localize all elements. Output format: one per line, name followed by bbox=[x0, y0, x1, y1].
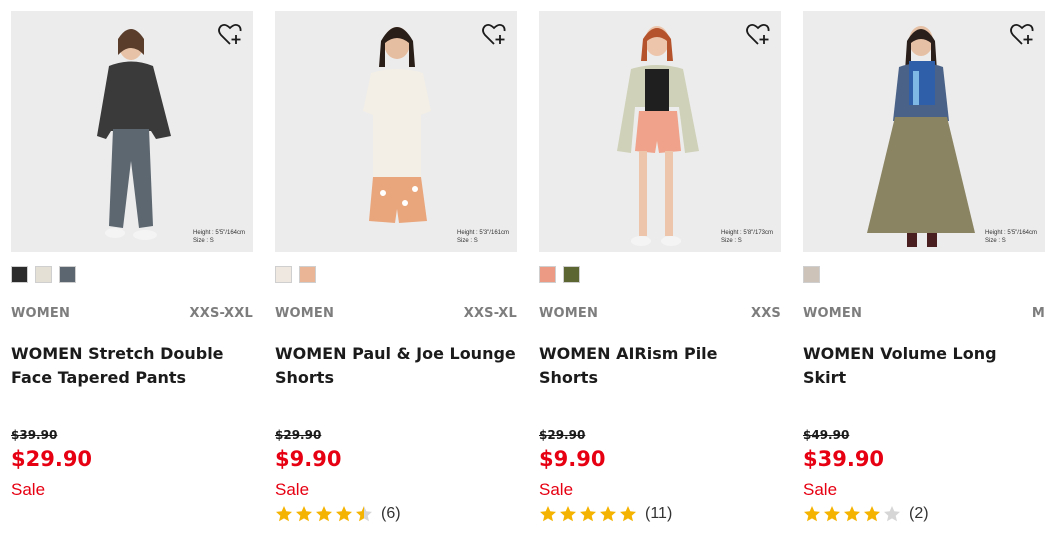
star-icon bbox=[356, 506, 372, 522]
product-image[interactable]: Height : 5'5"/164cm Size : S bbox=[11, 11, 253, 252]
favorite-heart-plus-icon[interactable] bbox=[481, 22, 507, 48]
product-meta: WOMEN M bbox=[803, 306, 1045, 321]
product-card[interactable]: Height : 5'5"/164cm Size : S WOMEN M WOM… bbox=[803, 11, 1045, 522]
size-text: Size : S bbox=[721, 238, 742, 244]
color-swatches bbox=[275, 266, 316, 283]
star-icon bbox=[540, 506, 556, 522]
favorite-heart-plus-icon[interactable] bbox=[745, 22, 771, 48]
star-rating bbox=[539, 505, 637, 523]
color-swatch[interactable] bbox=[539, 266, 556, 283]
original-price: $49.90 bbox=[803, 428, 850, 442]
product-meta: WOMEN XXS-XL bbox=[275, 306, 517, 321]
sale-flag: Sale bbox=[275, 480, 310, 499]
sale-flag: Sale bbox=[539, 480, 574, 499]
star-icon bbox=[620, 506, 636, 522]
color-swatch[interactable] bbox=[563, 266, 580, 283]
review-count: (11) bbox=[645, 505, 673, 522]
product-name[interactable]: WOMEN AIRism Pile Shorts bbox=[539, 342, 781, 390]
color-swatch[interactable] bbox=[803, 266, 820, 283]
color-swatch[interactable] bbox=[59, 266, 76, 283]
color-swatches bbox=[803, 266, 820, 283]
star-rating bbox=[803, 505, 901, 523]
star-icon bbox=[560, 506, 576, 522]
rating[interactable]: (2) bbox=[803, 505, 929, 523]
model-height-note: Height : 5'5"/164cm Size : S bbox=[193, 229, 245, 245]
size-range: XXS bbox=[750, 306, 781, 321]
star-rating bbox=[275, 505, 373, 523]
size-text: Size : S bbox=[193, 238, 214, 244]
product-name[interactable]: WOMEN Stretch Double Face Tapered Pants bbox=[11, 342, 253, 390]
original-price: $29.90 bbox=[275, 428, 322, 442]
size-range: XXS-XXL bbox=[189, 306, 253, 321]
height-text: Height : 5'8"/173cm bbox=[721, 230, 773, 236]
height-text: Height : 5'5"/164cm bbox=[193, 230, 245, 236]
rating[interactable]: (11) bbox=[539, 505, 672, 523]
color-swatch[interactable] bbox=[299, 266, 316, 283]
height-text: Height : 5'3"/161cm bbox=[457, 230, 509, 236]
sale-price: $9.90 bbox=[539, 447, 606, 471]
star-icon bbox=[804, 506, 820, 522]
sale-price: $39.90 bbox=[803, 447, 885, 471]
model-height-note: Height : 5'8"/173cm Size : S bbox=[721, 229, 773, 245]
product-card[interactable]: Height : 5'8"/173cm Size : S WOMEN XXS W… bbox=[539, 11, 781, 522]
favorite-heart-plus-icon[interactable] bbox=[1009, 22, 1035, 48]
product-card[interactable]: Height : 5'5"/164cm Size : S WOMEN XXS-X… bbox=[11, 11, 253, 499]
product-card[interactable]: Height : 5'3"/161cm Size : S WOMEN XXS-X… bbox=[275, 11, 517, 522]
original-price: $29.90 bbox=[539, 428, 586, 442]
sale-flag: Sale bbox=[803, 480, 838, 499]
review-count: (6) bbox=[381, 505, 401, 522]
size-range: XXS-XL bbox=[463, 306, 517, 321]
product-image[interactable]: Height : 5'3"/161cm Size : S bbox=[275, 11, 517, 252]
star-icon bbox=[276, 506, 292, 522]
height-text: Height : 5'5"/164cm bbox=[985, 230, 1037, 236]
product-name[interactable]: WOMEN Paul & Joe Lounge Shorts bbox=[275, 342, 517, 390]
star-icon bbox=[296, 506, 312, 522]
star-icon bbox=[864, 506, 880, 522]
star-icon bbox=[316, 506, 332, 522]
star-icon bbox=[824, 506, 840, 522]
star-icon bbox=[600, 506, 616, 522]
star-icon bbox=[580, 506, 596, 522]
color-swatches bbox=[11, 266, 76, 283]
rating[interactable]: (6) bbox=[275, 505, 401, 523]
color-swatches bbox=[539, 266, 580, 283]
product-meta: WOMEN XXS bbox=[539, 306, 781, 321]
review-count: (2) bbox=[909, 505, 929, 522]
star-icon bbox=[884, 506, 900, 522]
color-swatch[interactable] bbox=[35, 266, 52, 283]
sale-price: $9.90 bbox=[275, 447, 342, 471]
product-meta: WOMEN XXS-XXL bbox=[11, 306, 253, 321]
star-icon bbox=[844, 506, 860, 522]
size-range: M bbox=[1031, 306, 1045, 321]
product-image[interactable]: Height : 5'5"/164cm Size : S bbox=[803, 11, 1045, 252]
star-icon bbox=[336, 506, 352, 522]
gender-category: WOMEN bbox=[11, 306, 71, 321]
gender-category: WOMEN bbox=[275, 306, 335, 321]
model-height-note: Height : 5'3"/161cm Size : S bbox=[457, 229, 509, 245]
model-height-note: Height : 5'5"/164cm Size : S bbox=[985, 229, 1037, 245]
gender-category: WOMEN bbox=[539, 306, 599, 321]
size-text: Size : S bbox=[985, 238, 1006, 244]
sale-price: $29.90 bbox=[11, 447, 93, 471]
product-image[interactable]: Height : 5'8"/173cm Size : S bbox=[539, 11, 781, 252]
color-swatch[interactable] bbox=[11, 266, 28, 283]
original-price: $39.90 bbox=[11, 428, 58, 442]
size-text: Size : S bbox=[457, 238, 478, 244]
gender-category: WOMEN bbox=[803, 306, 863, 321]
color-swatch[interactable] bbox=[275, 266, 292, 283]
sale-flag: Sale bbox=[11, 480, 46, 499]
favorite-heart-plus-icon[interactable] bbox=[217, 22, 243, 48]
product-name[interactable]: WOMEN Volume Long Skirt bbox=[803, 342, 1045, 390]
